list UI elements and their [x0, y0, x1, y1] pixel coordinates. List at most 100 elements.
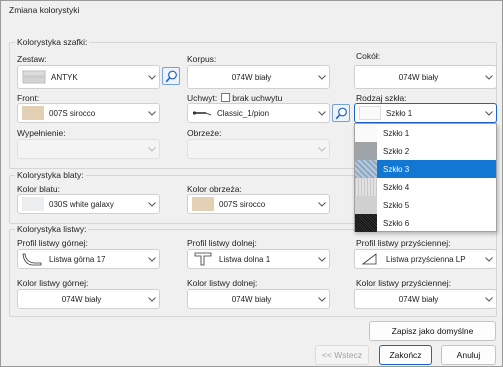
- glass-dropdown-list: Szkło 1 Szkło 2 Szkło 3 Szkło 4 Szkło 5 …: [354, 123, 497, 232]
- kolor-gornej-select[interactable]: 074W biały: [17, 289, 160, 309]
- cancel-button[interactable]: Anuluj: [441, 345, 496, 365]
- top-strip-profile-icon: [22, 252, 44, 266]
- label-kolor-blatu: Kolor blatu:: [17, 184, 60, 194]
- glass-option-selected[interactable]: Szkło 3: [355, 160, 496, 178]
- chevron-down-icon: [145, 256, 159, 262]
- chevron-down-icon: [482, 296, 496, 302]
- glass-option-swatch: [355, 196, 377, 214]
- kolor-blatu-select[interactable]: 030S white galaxy: [17, 194, 160, 214]
- front-select[interactable]: 007S sirocco: [17, 103, 160, 123]
- korpus-select[interactable]: 074W biały: [187, 65, 330, 89]
- chevron-down-icon: [482, 74, 496, 80]
- kolor-obrzeza-value: 007S sirocco: [219, 199, 266, 209]
- cokol-value: 074W biały: [398, 72, 439, 82]
- chevron-down-icon: [315, 296, 329, 302]
- profil-przysciennej-value: Listwa przyścienna LP: [386, 254, 466, 264]
- profil-dolnej-select[interactable]: Listwa dolna 1: [187, 249, 330, 269]
- label-uchwyt-text: Uchwyt:: [187, 93, 218, 103]
- kitchen-preview-icon: [22, 70, 46, 84]
- wall-strip-profile-icon: [359, 252, 381, 266]
- kolor-przysciennej-value: 074W biały: [398, 294, 439, 304]
- worktop-color-swatch: [22, 197, 44, 211]
- label-korpus: Korpus:: [187, 54, 217, 64]
- save-default-button[interactable]: Zapisz jako domyślne: [369, 321, 496, 341]
- profil-gornej-select[interactable]: Listwa górna 17: [17, 249, 160, 269]
- group-title-strips: Kolorystyka listwy:: [15, 224, 89, 234]
- label-front: Front:: [17, 93, 40, 103]
- group-title-cabinet: Kolorystyka szafki:: [15, 37, 90, 47]
- zestaw-select[interactable]: ANTYK: [17, 65, 160, 89]
- glass-option-swatch: [355, 214, 377, 232]
- handle-icon: [192, 106, 212, 120]
- glass-option-label: Szkło 4: [383, 182, 410, 192]
- label-kolor-gornej: Kolor listwy górnej:: [17, 278, 89, 288]
- glass-option-swatch: [355, 142, 377, 160]
- brak-uchwytu-checkbox[interactable]: [221, 93, 231, 102]
- uchwyt-value: Classic_1/pion: [217, 108, 270, 118]
- uchwyt-select[interactable]: Classic_1/pion: [187, 103, 330, 123]
- profil-dolnej-value: Listwa dolna 1: [219, 254, 271, 264]
- uchwyt-search-button[interactable]: [332, 104, 350, 122]
- glass-option-swatch: [355, 160, 377, 178]
- profil-gornej-value: Listwa górna 17: [49, 254, 106, 264]
- glass-option[interactable]: Szkło 6: [355, 214, 496, 232]
- chevron-down-icon: [145, 74, 159, 80]
- label-obrzeze: Obrzeże:: [187, 128, 222, 138]
- dialog-window: Zmiana kolorystyki Kolorystyka szafki: Z…: [0, 0, 503, 367]
- profil-przysciennej-select[interactable]: Listwa przyścienna LP: [354, 249, 497, 269]
- glass-option-label: Szkło 1: [383, 128, 410, 138]
- glass-option[interactable]: Szkło 1: [355, 124, 496, 142]
- kolor-dolnej-value: 074W biały: [231, 294, 272, 304]
- label-profil-gornej: Profil listwy górnej:: [17, 238, 88, 248]
- glass-option[interactable]: Szkło 4: [355, 178, 496, 196]
- label-kolor-dolnej: Kolor listwy dolnej:: [187, 278, 258, 288]
- label-zestaw: Zestaw:: [17, 54, 47, 64]
- chevron-down-icon: [315, 201, 329, 207]
- glass-option-label: Szkło 5: [383, 200, 410, 210]
- chevron-down-icon: [315, 110, 329, 116]
- chevron-down-icon: [482, 256, 496, 262]
- kolor-dolnej-select[interactable]: 074W biały: [187, 289, 330, 309]
- label-profil-przysciennej: Profil listwy przyściennej:: [356, 238, 451, 248]
- kolor-przysciennej-select[interactable]: 074W biały: [354, 289, 497, 309]
- chevron-down-icon: [145, 201, 159, 207]
- group-title-worktop: Kolorystyka blaty:: [15, 170, 86, 180]
- zestaw-value: ANTYK: [51, 72, 78, 82]
- obrzeze-select[interactable]: [187, 139, 330, 159]
- chevron-down-icon: [482, 110, 496, 116]
- chevron-down-icon: [145, 146, 159, 152]
- chevron-down-icon: [145, 110, 159, 116]
- chevron-down-icon: [315, 74, 329, 80]
- kolor-blatu-value: 030S white galaxy: [49, 199, 114, 209]
- back-button[interactable]: << Wstecz: [315, 345, 369, 365]
- glass-swatch: [359, 106, 381, 120]
- chevron-down-icon: [145, 296, 159, 302]
- glass-option-label: Szkło 3: [383, 164, 410, 174]
- magnifier-icon: [335, 107, 347, 119]
- edge-color-swatch: [192, 197, 214, 211]
- front-value: 007S sirocco: [49, 108, 96, 118]
- korpus-value: 074W biały: [231, 72, 272, 82]
- magnifier-icon: [165, 70, 177, 82]
- glass-option-label: Szkło 2: [383, 146, 410, 156]
- wypelnienie-select[interactable]: [17, 139, 160, 159]
- front-color-swatch: [22, 106, 44, 120]
- glass-option[interactable]: Szkło 2: [355, 142, 496, 160]
- window-title: Zmiana kolorystyki: [9, 5, 80, 15]
- chevron-down-icon: [315, 256, 329, 262]
- glass-option-swatch: [355, 124, 377, 142]
- label-kolor-obrzeza: Kolor obrzeża:: [187, 184, 242, 194]
- label-cokol: Cokół:: [356, 51, 381, 61]
- label-kolor-przysciennej: Kolor listwy przyściennej:: [356, 278, 451, 288]
- label-wypelnienie: Wypełnienie:: [17, 128, 66, 138]
- finish-button[interactable]: Zakończ: [379, 345, 432, 365]
- zestaw-search-button[interactable]: [162, 67, 180, 85]
- label-uchwyt: Uchwyt: brak uchwytu: [187, 93, 282, 103]
- kolor-obrzeza-select[interactable]: 007S sirocco: [187, 194, 330, 214]
- kolor-gornej-value: 074W biały: [61, 294, 102, 304]
- rodzaj-szkla-value: Szkło 1: [386, 108, 413, 118]
- chevron-down-icon: [315, 146, 329, 152]
- rodzaj-szkla-select[interactable]: Szkło 1: [354, 103, 497, 123]
- glass-option[interactable]: Szkło 5: [355, 196, 496, 214]
- cokol-select[interactable]: 074W biały: [354, 65, 497, 89]
